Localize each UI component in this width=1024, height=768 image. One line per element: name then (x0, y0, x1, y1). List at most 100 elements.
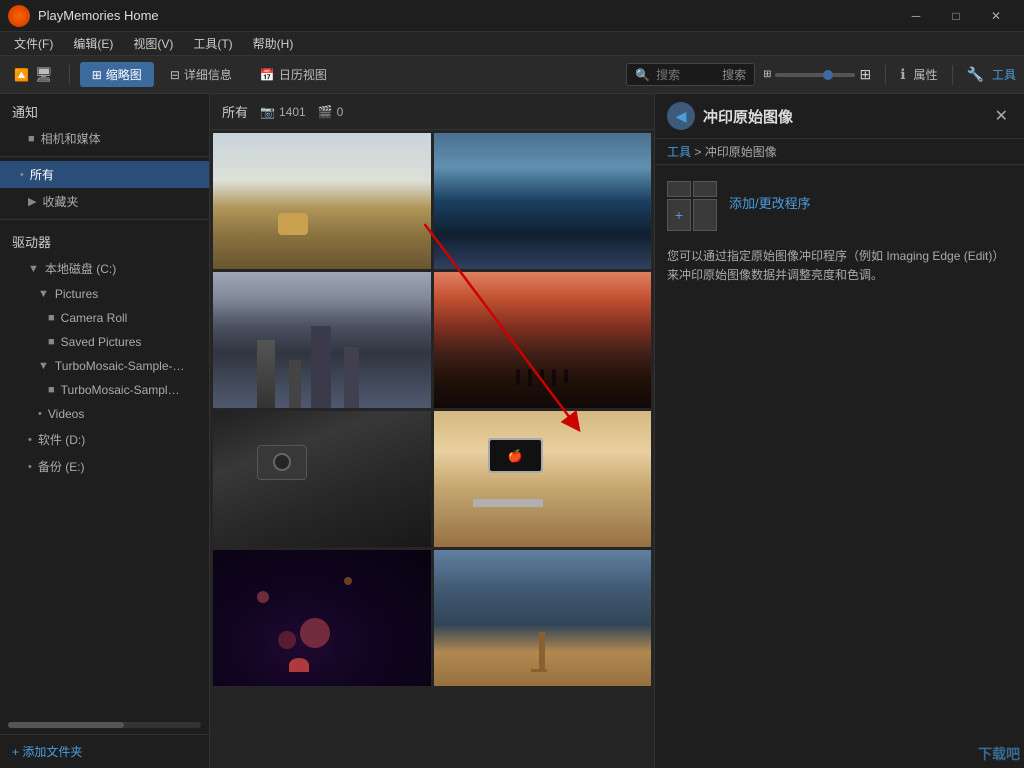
photo-5-image (213, 411, 431, 547)
pier-post (539, 632, 545, 672)
menu-view[interactable]: 视图(V) (123, 33, 183, 54)
drive-icon-2: • (28, 434, 32, 446)
slider-track[interactable] (775, 73, 855, 77)
photo-7[interactable] (213, 550, 431, 686)
building-3 (311, 326, 331, 408)
add-program-button[interactable]: 添加/更改程序 (729, 181, 811, 212)
chevron-up-icon: 🔼 (14, 68, 29, 82)
menu-tools[interactable]: 工具(T) (183, 33, 242, 54)
add-folder-button[interactable]: + 添加文件夹 (12, 745, 82, 759)
photo-6[interactable]: 🍎 (434, 411, 652, 547)
photo-8-image (434, 550, 652, 686)
sidebar-item-pictures[interactable]: ▼ Pictures (0, 282, 209, 306)
search-box[interactable]: 🔍 搜索 (626, 63, 755, 86)
folder-icon: ▶ (28, 195, 36, 208)
laptop-base (473, 499, 543, 507)
sidebar-item-favorites[interactable]: ▶ 收藏夹 (0, 188, 209, 215)
panel-title: 冲印原始图像 (703, 106, 793, 127)
laptop-screen: 🍎 (488, 438, 543, 473)
back-icon: ◀ (676, 108, 687, 125)
details-view-button[interactable]: ⊟ 详细信息 (158, 62, 244, 87)
separator-3 (952, 65, 953, 85)
menu-file[interactable]: 文件(F) (4, 33, 63, 54)
grid-icon: ⊞ (92, 68, 102, 82)
photo-5[interactable] (213, 411, 431, 547)
photos-grid: 🍎 (210, 130, 654, 689)
sidebar-item-local-c[interactable]: ▼ 本地磁盘 (C:) (0, 255, 209, 282)
dot-icon-2: ■ (48, 336, 55, 348)
panel-description: 您可以通过指定原始图像冲印程序（例如 Imaging Edge (Edit)）来… (667, 247, 1012, 285)
thumbnail-view-button[interactable]: ⊞ 缩略图 (80, 62, 154, 87)
notifications-header: 通知 (0, 94, 209, 125)
sidebar-spacer (0, 480, 209, 500)
photo-8[interactable] (434, 550, 652, 686)
sidebar-item-all[interactable]: • 所有 (0, 161, 209, 188)
photos-area: 所有 📷 1401 🎬 0 (210, 94, 654, 768)
grid-cell-3 (693, 199, 717, 231)
panel-back-button[interactable]: ◀ (667, 102, 695, 130)
video-count: 0 (337, 105, 344, 119)
properties-label[interactable]: 属性 (914, 66, 938, 83)
search-input[interactable] (656, 68, 716, 82)
sidebar-item-turbo-mosaic-4[interactable]: ■ TurboMosaic-Sample-4 (0, 378, 209, 402)
grid-large-icon: ⊞ (859, 66, 871, 83)
building-1 (257, 340, 275, 408)
breadcrumb-tool[interactable]: 工具 (667, 145, 691, 159)
sidebar-item-camera-media[interactable]: ■ 相机和媒体 (0, 125, 209, 152)
sidebar-footer: + 添加文件夹 (0, 734, 209, 768)
app-title: PlayMemories Home (38, 8, 896, 23)
sidebar-scrollbar-thumb (8, 722, 124, 728)
photo-count-item: 📷 1401 (260, 105, 306, 119)
drive-expand-icon: ▼ (28, 263, 39, 275)
photo-6-image: 🍎 (434, 411, 652, 547)
sidebar-divider-1 (0, 156, 209, 157)
sidebar-item-backup-e[interactable]: • 备份 (E:) (0, 453, 209, 480)
photos-header: 所有 📷 1401 🎬 0 (210, 94, 654, 130)
folder-expand-icon-2: ▼ (38, 360, 49, 372)
photo-icon: 📷 (260, 105, 275, 119)
grid-cell-plus: + (667, 199, 691, 231)
photo-1-image (213, 133, 431, 269)
main-area: 通知 ■ 相机和媒体 • 所有 ▶ 收藏夹 驱动器 ▼ 本地磁盘 (C:) ▼ … (0, 94, 1024, 768)
panel-close-button[interactable]: ✕ (991, 102, 1012, 130)
monitor-icon: 🖥 (35, 66, 53, 83)
photo-3[interactable] (213, 272, 431, 408)
breadcrumb-separator: > (694, 145, 704, 159)
restore-button[interactable]: □ (936, 0, 976, 32)
tools-label[interactable]: 工具 (992, 66, 1016, 83)
toolbar-right: 🔍 搜索 ⊞ ⊞ ℹ 属性 🔧 工具 (626, 63, 1016, 86)
nav-back-area[interactable]: 🔼 🖥 (8, 62, 59, 87)
sidebar-item-software-d[interactable]: • 软件 (D:) (0, 426, 209, 453)
sidebar-item-saved-pictures[interactable]: ■ Saved Pictures (0, 330, 209, 354)
photo-4[interactable] (434, 272, 652, 408)
search-label: 搜索 (722, 66, 746, 83)
calendar-view-button[interactable]: 📅 日历视图 (248, 62, 339, 87)
photo-7-image (213, 550, 431, 686)
menu-help[interactable]: 帮助(H) (243, 33, 304, 54)
drives-header: 驱动器 (0, 224, 209, 255)
list-icon: ⊟ (170, 68, 180, 82)
minimize-button[interactable]: ─ (896, 0, 936, 32)
close-button[interactable]: ✕ (976, 0, 1016, 32)
size-slider[interactable]: ⊞ ⊞ (763, 66, 871, 83)
photo-2[interactable] (434, 133, 652, 269)
sidebar-item-videos[interactable]: • Videos (0, 402, 209, 426)
breadcrumb-current: 冲印原始图像 (705, 145, 777, 159)
sidebar-scrollbar[interactable] (8, 722, 201, 728)
app-logo (8, 5, 30, 27)
slider-thumb[interactable] (823, 70, 833, 80)
bridge-figures (516, 369, 568, 387)
breadcrumb: 工具 > 冲印原始图像 (655, 139, 1024, 165)
photo-3-image (213, 272, 431, 408)
photo-2-image (434, 133, 652, 269)
photo-1[interactable] (213, 133, 431, 269)
panel-title-area: ◀ 冲印原始图像 (667, 102, 793, 130)
sidebar-scrollbar-area (0, 500, 209, 512)
sidebar-item-camera-roll[interactable]: ■ Camera Roll (0, 306, 209, 330)
camera-icon: ■ (28, 133, 35, 145)
all-photos-label: 所有 (222, 102, 248, 121)
menu-edit[interactable]: 编辑(E) (63, 33, 123, 54)
panel-content: + 添加/更改程序 您可以通过指定原始图像冲印程序（例如 Imaging Edg… (655, 165, 1024, 301)
sidebar-item-turbo-mosaic[interactable]: ▼ TurboMosaic-Sample-Tile (0, 354, 209, 378)
dot-icon-4: • (38, 408, 42, 420)
